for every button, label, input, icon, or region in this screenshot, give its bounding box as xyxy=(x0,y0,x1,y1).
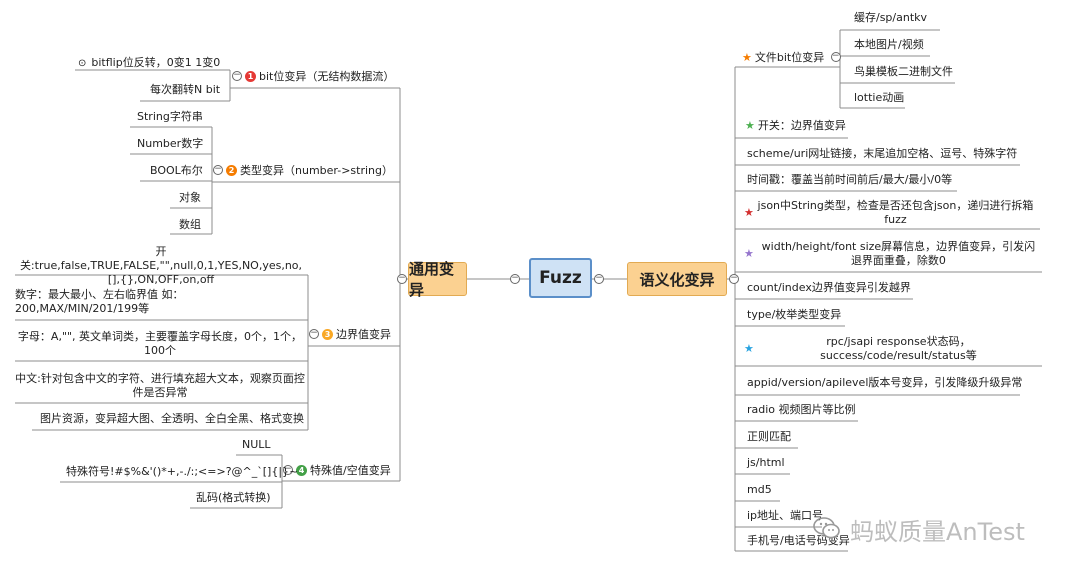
leaf-image-resource[interactable]: 图片资源，变异超大图、全透明、全白全黑、格式变换 xyxy=(40,412,304,426)
star-purple-icon: ★ xyxy=(744,247,754,260)
wechat-logo-icon xyxy=(813,517,840,539)
branch-boundary-mutation[interactable]: 3边界值变异 xyxy=(309,328,391,342)
leaf-appid-version[interactable]: appid/version/apilevel版本号变异，引发降级升级异常 xyxy=(747,376,1022,390)
branch-label: bit位变异（无结构数据流） xyxy=(259,70,395,83)
leaf-bool[interactable]: BOOL布尔 xyxy=(150,164,203,178)
priority-2-icon: 2 xyxy=(226,165,237,176)
leaf-letter-boundary[interactable]: 字母：A,"", 英文单词类，主要覆盖字母长度，0个，1个，100个 xyxy=(15,330,305,358)
main-node-general-mutation[interactable]: 通用变异 xyxy=(408,260,467,299)
main-node-semantic-mutation[interactable]: 语义化变异 xyxy=(627,262,727,296)
leaf-md5[interactable]: md5 xyxy=(747,483,772,497)
leaf-scheme-uri[interactable]: scheme/uri网址链接，末尾追加空格、逗号、特殊字符 xyxy=(747,147,1017,161)
collapse-toggle-general[interactable] xyxy=(397,274,407,284)
collapse-toggle-semantic[interactable] xyxy=(729,274,739,284)
leaf-special-symbols[interactable]: 特殊符号!#$%&'()*+,-./:;<=>?@^_`[]{|}~ xyxy=(66,465,298,479)
branch-bit-mutation[interactable]: 1bit位变异（无结构数据流） xyxy=(232,70,394,84)
leaf-json-string[interactable]: ★ json中String类型，检查是否还包含json，递归进行拆箱fuzz xyxy=(744,199,1034,227)
branch-label: 边界值变异 xyxy=(336,328,391,341)
leaf-screen-info[interactable]: ★ width/height/font size屏幕信息，边界值变异，引发闪退界… xyxy=(744,240,1040,268)
leaf-object[interactable]: 对象 xyxy=(179,191,201,205)
leaf-js-html[interactable]: js/html xyxy=(747,456,785,470)
leaf-null[interactable]: NULL xyxy=(242,438,271,452)
collapse-toggle-central-left[interactable] xyxy=(510,274,520,284)
leaf-number-boundary[interactable]: 数字：最大最小、左右临界值 如：200,MAX/MIN/201/199等 xyxy=(15,288,285,316)
leaf-number[interactable]: Number数字 xyxy=(137,137,203,151)
branch-type-mutation[interactable]: 2类型变异（number->string） xyxy=(213,164,393,178)
collapse-toggle-b3[interactable] xyxy=(309,329,319,339)
star-red-icon: ★ xyxy=(744,206,754,219)
leaf-local-image-video[interactable]: 本地图片/视频 xyxy=(854,38,924,52)
collapse-toggle-b1[interactable] xyxy=(232,71,242,81)
branch-label: 类型变异（number->string） xyxy=(240,164,393,177)
leaf-bitflip[interactable]: ⊙ bitflip位反转，0变1 1变0 xyxy=(78,56,220,71)
priority-3-icon: 3 xyxy=(322,329,333,340)
leaf-rpc-jsapi[interactable]: ★ rpc/jsapi response状态码，success/code/res… xyxy=(744,335,1040,363)
priority-1-icon: 1 xyxy=(245,71,256,82)
leaf-chinese-boundary[interactable]: 中文:针对包含中文的字符、进行填充超大文本，观察页面控件是否异常 xyxy=(15,372,305,400)
star-green-icon: ★ xyxy=(745,119,755,132)
leaf-string[interactable]: String字符串 xyxy=(137,110,203,124)
leaf-timestamp[interactable]: 时间戳：覆盖当前时间前后/最大/最小/0等 xyxy=(747,173,952,187)
branch-special-null-mutation[interactable]: 4特殊值/空值变异 xyxy=(283,464,391,478)
leaf-count-index[interactable]: count/index边界值变异引发越界 xyxy=(747,281,911,295)
star-orange-icon: ★ xyxy=(742,51,752,64)
clock-icon: ⊙ xyxy=(78,58,87,69)
leaf-flip-n-bit[interactable]: 每次翻转N bit xyxy=(150,83,220,97)
leaf-switch-values[interactable]: 开关:true,false,TRUE,FALSE,"",null,0,1,YES… xyxy=(15,245,307,287)
leaf-nest-template-binary[interactable]: 鸟巢模板二进制文件 xyxy=(854,65,953,79)
leaf-switch-boundary[interactable]: ★ 开关：边界值变异 xyxy=(745,119,846,133)
collapse-toggle-b2[interactable] xyxy=(213,165,223,175)
leaf-garbled-text[interactable]: 乱码(格式转换) xyxy=(196,491,271,505)
star-blue-icon: ★ xyxy=(744,342,754,355)
collapse-toggle-central-right[interactable] xyxy=(594,274,604,284)
leaf-regex[interactable]: 正则匹配 xyxy=(747,430,791,444)
leaf-cache-sp-antkv[interactable]: 缓存/sp/antkv xyxy=(854,11,927,25)
collapse-toggle-r1[interactable] xyxy=(830,52,841,62)
branch-file-bit-mutation[interactable]: ★ 文件bit位变异 xyxy=(742,51,841,65)
leaf-lottie-animation[interactable]: lottie动画 xyxy=(854,91,904,105)
leaf-type-enum[interactable]: type/枚举类型变异 xyxy=(747,308,841,322)
branch-label: 特殊值/空值变异 xyxy=(310,464,391,477)
leaf-radio-ratio[interactable]: radio 视频图片等比例 xyxy=(747,403,856,417)
leaf-array[interactable]: 数组 xyxy=(179,218,201,232)
watermark-text: 蚂蚁质量AnTest xyxy=(850,518,1025,546)
central-node-fuzz[interactable]: Fuzz xyxy=(529,258,592,298)
